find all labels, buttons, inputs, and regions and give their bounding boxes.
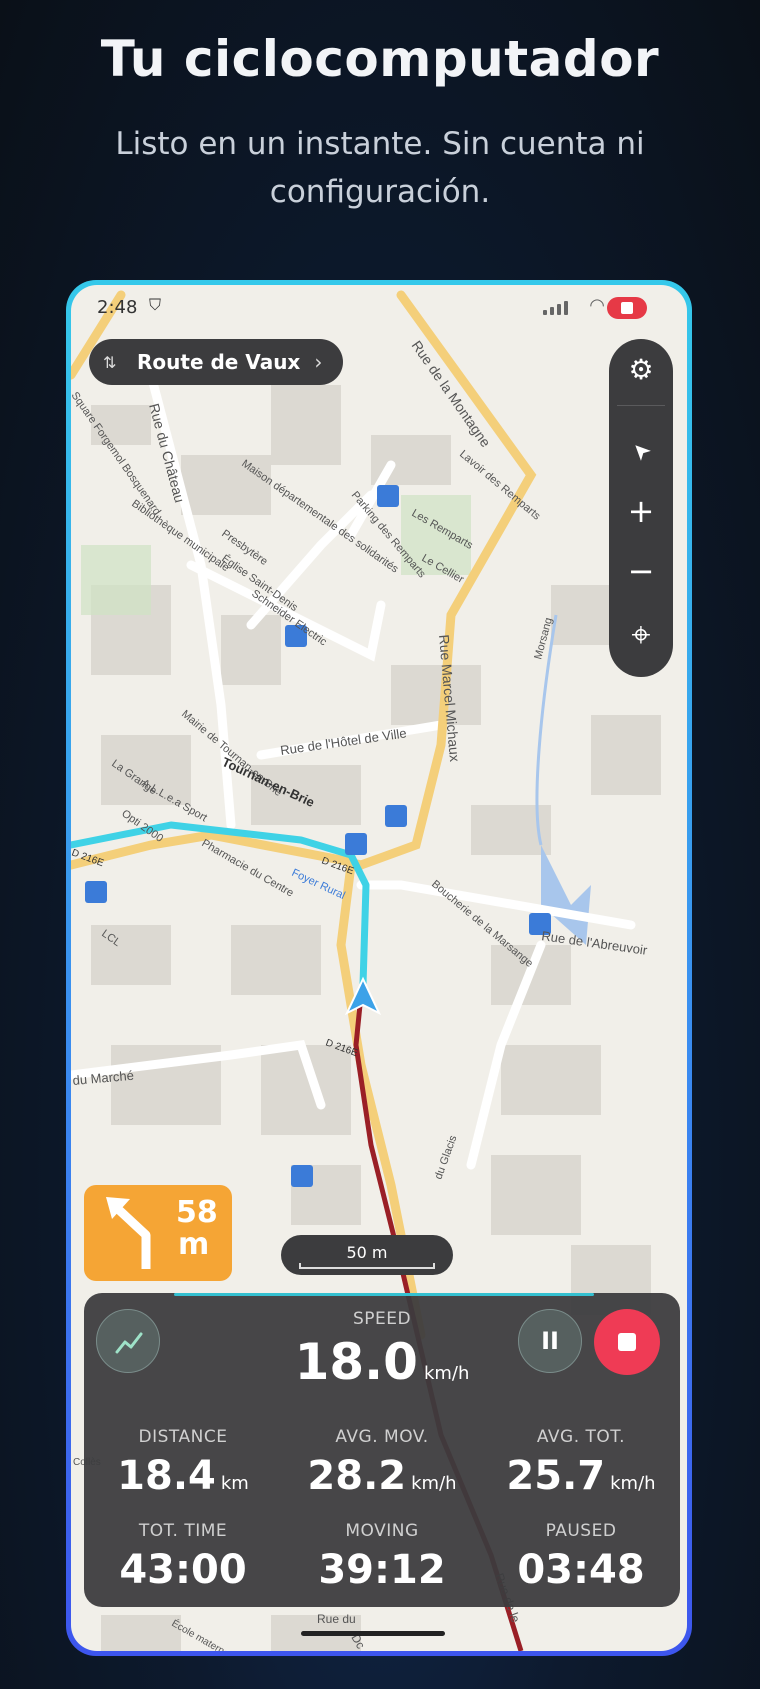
scale-bar xyxy=(299,1263,435,1269)
panel-accent xyxy=(174,1293,594,1296)
turn-distance: 58 xyxy=(176,1195,218,1230)
moving-time-label: MOVING xyxy=(345,1521,419,1541)
turn-instruction: 58 m xyxy=(84,1185,232,1281)
route-icon: ⇅ xyxy=(103,352,117,372)
avg-total-value: 25.7 xyxy=(506,1453,606,1499)
speed-number: 18.0 xyxy=(294,1333,418,1391)
map-label: Boucherie de la Marsange xyxy=(429,878,535,970)
turn-distance-unit: m xyxy=(178,1227,210,1262)
map-controls: ⚙ ➤ + − ⌖ xyxy=(609,339,673,677)
map-label: Rue du Château xyxy=(146,402,188,505)
promo-subtitle: Listo en un instante. Sin cuenta ni conf… xyxy=(115,126,645,210)
paused-time-value: 03:48 xyxy=(517,1547,645,1593)
avg-moving-value: 28.2 xyxy=(307,1453,407,1499)
crosshair-icon[interactable]: ⌖ xyxy=(609,607,673,663)
avg-total-stat: AVG. TOT. 25.7 km/h xyxy=(482,1427,680,1499)
status-bar: 2:48 ⛉ ◠ xyxy=(71,285,687,333)
distance-unit: km xyxy=(220,1473,249,1494)
map-label: Rue de l'Hôtel de Ville xyxy=(279,725,407,758)
avg-total-label: AVG. TOT. xyxy=(536,1427,626,1447)
shield-icon: ⛉ xyxy=(149,295,162,314)
cursor-arrow-icon[interactable]: ➤ xyxy=(599,409,684,494)
moving-time-stat: MOVING 39:12 xyxy=(283,1521,481,1593)
divider xyxy=(617,405,665,406)
plus-icon[interactable]: + xyxy=(609,483,673,539)
status-time: 2:48 xyxy=(97,297,138,318)
promo-title: Tu ciclocomputador xyxy=(100,30,660,88)
turn-left-arrow-icon xyxy=(106,1197,151,1269)
distance-stat: DISTANCE 18.4 km xyxy=(84,1427,282,1499)
minus-icon[interactable]: − xyxy=(609,543,673,599)
pause-icon: II xyxy=(541,1327,559,1355)
home-indicator[interactable] xyxy=(301,1631,445,1636)
recording-indicator[interactable] xyxy=(607,297,647,319)
signal-bars-icon xyxy=(543,301,569,315)
phone-frame: Rue de la Montagne Square Forgemol Bosqu… xyxy=(66,280,692,1656)
stop-button[interactable] xyxy=(594,1309,660,1375)
total-time-label: TOT. TIME xyxy=(138,1521,228,1541)
gear-icon[interactable]: ⚙ xyxy=(609,341,673,397)
distance-label: DISTANCE xyxy=(138,1427,228,1447)
route-selector-button[interactable]: ⇅ Route de Vaux › xyxy=(89,339,343,385)
avg-moving-label: AVG. MOV. xyxy=(335,1427,429,1447)
total-time-stat: TOT. TIME 43:00 xyxy=(84,1521,282,1593)
total-time-value: 43:00 xyxy=(119,1547,247,1593)
avg-total-unit: km/h xyxy=(610,1473,656,1494)
paused-time-stat: PAUSED 03:48 xyxy=(482,1521,680,1593)
moving-time-value: 39:12 xyxy=(318,1547,446,1593)
speed-value: 18.0 km/h xyxy=(84,1333,680,1391)
speed-label: SPEED xyxy=(352,1309,412,1329)
pause-button[interactable]: II xyxy=(518,1309,582,1373)
speed-unit: km/h xyxy=(423,1363,470,1384)
avg-moving-unit: km/h xyxy=(411,1473,457,1494)
stats-panel: SPEED 18.0 km/h II DISTANCE 18.4 km AVG. M… xyxy=(84,1293,680,1607)
distance-value: 18.4 xyxy=(117,1453,216,1499)
paused-time-label: PAUSED xyxy=(545,1521,617,1541)
map-label: Rue de la Montagne xyxy=(409,338,495,451)
scale-label: 50 m xyxy=(346,1243,388,1262)
avg-moving-stat: AVG. MOV. 28.2 km/h xyxy=(283,1427,481,1499)
map-label: Rue du xyxy=(317,1612,356,1626)
chevron-right-icon: › xyxy=(314,350,323,374)
wifi-icon: ◠ xyxy=(589,295,605,316)
stop-icon xyxy=(618,1333,636,1351)
map-label: du Glacis xyxy=(433,1133,460,1181)
map-scale: 50 m xyxy=(281,1235,453,1275)
route-name: Route de Vaux xyxy=(137,350,301,374)
phone-screen: Rue de la Montagne Square Forgemol Bosqu… xyxy=(71,285,687,1651)
